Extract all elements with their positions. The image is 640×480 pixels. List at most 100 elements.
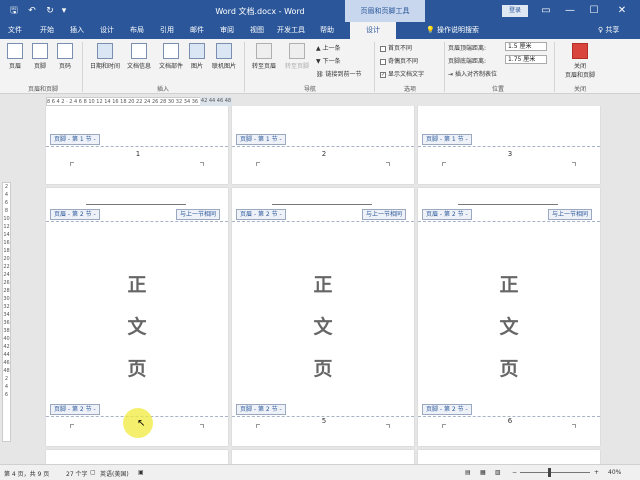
page-1[interactable]: 页脚 - 第 1 节 - 1	[46, 106, 228, 184]
tab-design[interactable]: 设计	[96, 22, 118, 39]
goto-footer-icon	[289, 43, 305, 59]
header-section-tag: 页眉 - 第 2 节 -	[50, 209, 100, 220]
close-header-footer-button[interactable]: 关闭 页眉和页脚	[560, 43, 600, 79]
tab-view[interactable]: 视图	[246, 22, 268, 39]
tab-insert[interactable]: 插入	[66, 22, 88, 39]
next-button[interactable]: ▼ 下一条	[316, 56, 341, 65]
vertical-ruler[interactable]: 2 4 6 8 10 12 14 16 18 20 22 24 26 28 30 32 34 36 38 40 42 44…	[2, 182, 11, 442]
word-count-status[interactable]: 27 个字	[66, 469, 88, 478]
zoom-slider-thumb[interactable]	[548, 468, 551, 477]
corner-mark	[200, 162, 204, 166]
page-3[interactable]: 页脚 - 第 1 节 - 3	[418, 106, 600, 184]
page-number-button[interactable]: 页码	[56, 43, 74, 70]
ruler-tick: 20	[3, 256, 10, 262]
page-8[interactable]	[232, 450, 414, 464]
show-document-text-checkbox[interactable]: ✓ 显示文档文字	[380, 69, 424, 78]
login-button[interactable]: 登录	[502, 5, 528, 17]
doc-parts-button[interactable]: 文档部件	[156, 43, 186, 70]
close-header-footer-label: 关闭 页眉和页脚	[564, 63, 595, 79]
footer-icon	[32, 43, 48, 59]
web-layout-icon[interactable]: ▧	[495, 469, 501, 476]
doc-parts-label: 文档部件	[158, 63, 183, 70]
header-rule	[86, 204, 186, 205]
zoom-in-button[interactable]: +	[594, 469, 599, 476]
minimize-icon[interactable]: —	[560, 3, 580, 19]
goto-header-label: 转至页眉	[251, 63, 276, 70]
header-button[interactable]: 页眉	[6, 43, 24, 70]
ruler-tick: 4	[4, 192, 9, 198]
macro-record-icon[interactable]: ▣	[138, 469, 144, 476]
doc-info-button[interactable]: 文档信息	[124, 43, 154, 70]
tell-me-search[interactable]: 💡 操作说明搜索	[426, 22, 479, 39]
tab-help[interactable]: 帮助	[316, 22, 338, 39]
header-section-tag: 页眉 - 第 2 节 -	[236, 209, 286, 220]
page-9[interactable]	[418, 450, 600, 464]
ribbon-display-icon[interactable]: ▭	[536, 3, 556, 19]
tab-hf-design[interactable]: 设计	[350, 22, 396, 39]
ruler-tick: 44	[3, 352, 10, 358]
footer-bottom-distance-input[interactable]: 1.75 厘米	[505, 55, 547, 64]
read-mode-icon[interactable]: ▤	[465, 469, 471, 476]
header-boundary	[232, 221, 414, 222]
picture-button[interactable]: 图片	[188, 43, 206, 70]
ruler-tick: 26	[3, 280, 10, 286]
print-layout-icon[interactable]: ▦	[480, 469, 486, 476]
language-status[interactable]: 英语(美国)	[100, 469, 129, 478]
ruler-tick: 6	[4, 392, 9, 398]
different-odd-even-label: 奇偶页不同	[388, 58, 419, 65]
header-section-tag: 页眉 - 第 2 节 -	[422, 209, 472, 220]
online-picture-label: 联机图片	[211, 63, 236, 70]
same-as-previous-tag: 与上一节相同	[362, 209, 407, 220]
proofing-icon[interactable]: ▢	[90, 469, 96, 476]
share-button[interactable]: ♀ 共享	[598, 22, 619, 39]
ruler-tick: 30	[3, 296, 10, 302]
document-area[interactable]: 页脚 - 第 1 节 - 1 页脚 - 第 1 节 - 2 页脚 - 第 1 节…	[14, 106, 640, 464]
footer-section-tag: 页脚 - 第 1 节 -	[50, 134, 100, 145]
picture-label: 图片	[190, 63, 203, 70]
zoom-slider-track[interactable]	[520, 472, 590, 473]
horizontal-ruler-margin: 42 44 46 48	[200, 97, 232, 106]
insert-alignment-tab-button[interactable]: ⇥ 插入对齐制表位	[448, 69, 497, 78]
zoom-level[interactable]: 40%	[608, 469, 621, 476]
previous-button[interactable]: ▲ 上一条	[316, 43, 341, 52]
ribbon: 页眉 页脚 页码 页眉和页脚 日期和时间 文档信息 文档部件 图片 联机图片 插…	[0, 39, 640, 94]
footer-section-tag: 页脚 - 第 2 节 -	[422, 404, 472, 415]
checkbox-checked-icon: ✓	[380, 71, 386, 78]
footer-button[interactable]: 页脚	[31, 43, 49, 70]
goto-header-button[interactable]: 转至页眉	[248, 43, 280, 70]
tab-review[interactable]: 审阅	[216, 22, 238, 39]
corner-mark	[572, 424, 576, 428]
tab-developer[interactable]: 开发工具	[274, 22, 308, 39]
page-5[interactable]: 页眉 - 第 2 节 - 与上一节相同 正 文 页 页脚 - 第 2 节 - 5	[232, 188, 414, 446]
corner-mark	[70, 424, 74, 428]
link-to-previous-button[interactable]: ⛓ 链接到前一节	[316, 69, 362, 78]
date-time-button[interactable]: 日期和时间	[88, 43, 122, 70]
insert-alignment-tab-label: 插入对齐制表位	[454, 71, 497, 78]
close-window-icon[interactable]: ✕	[612, 3, 632, 19]
page-number: 5	[321, 417, 327, 425]
maximize-icon[interactable]: ☐	[584, 3, 604, 19]
page-count-status[interactable]: 第 4 页，共 9 页	[4, 469, 49, 478]
tab-home[interactable]: 开始	[36, 22, 58, 39]
goto-footer-button[interactable]: 转至页脚	[281, 43, 313, 70]
online-picture-button[interactable]: 联机图片	[208, 43, 240, 70]
tab-references[interactable]: 引用	[156, 22, 178, 39]
ruler-tick: 24	[3, 272, 10, 278]
show-document-text-label: 显示文档文字	[388, 71, 425, 78]
ruler-tick: 48	[3, 368, 10, 374]
header-top-distance-input[interactable]: 1.5 厘米	[505, 42, 547, 51]
tab-file[interactable]: 文件	[4, 22, 26, 39]
group-position-label: 位置	[491, 86, 504, 93]
different-odd-even-checkbox[interactable]: 奇偶页不同	[380, 56, 418, 65]
body-char: 文	[127, 316, 147, 338]
page-number: 1	[135, 150, 141, 158]
page-2[interactable]: 页脚 - 第 1 节 - 2	[232, 106, 414, 184]
different-first-page-checkbox[interactable]: 首页不同	[380, 43, 412, 52]
ribbon-separator	[374, 42, 375, 92]
page-6[interactable]: 页眉 - 第 2 节 - 与上一节相同 正 文 页 页脚 - 第 2 节 - 6	[418, 188, 600, 446]
zoom-out-button[interactable]: −	[512, 469, 517, 476]
tab-mailings[interactable]: 邮件	[186, 22, 208, 39]
tab-layout[interactable]: 布局	[126, 22, 148, 39]
body-char: 正	[313, 274, 333, 296]
page-7[interactable]	[46, 450, 228, 464]
